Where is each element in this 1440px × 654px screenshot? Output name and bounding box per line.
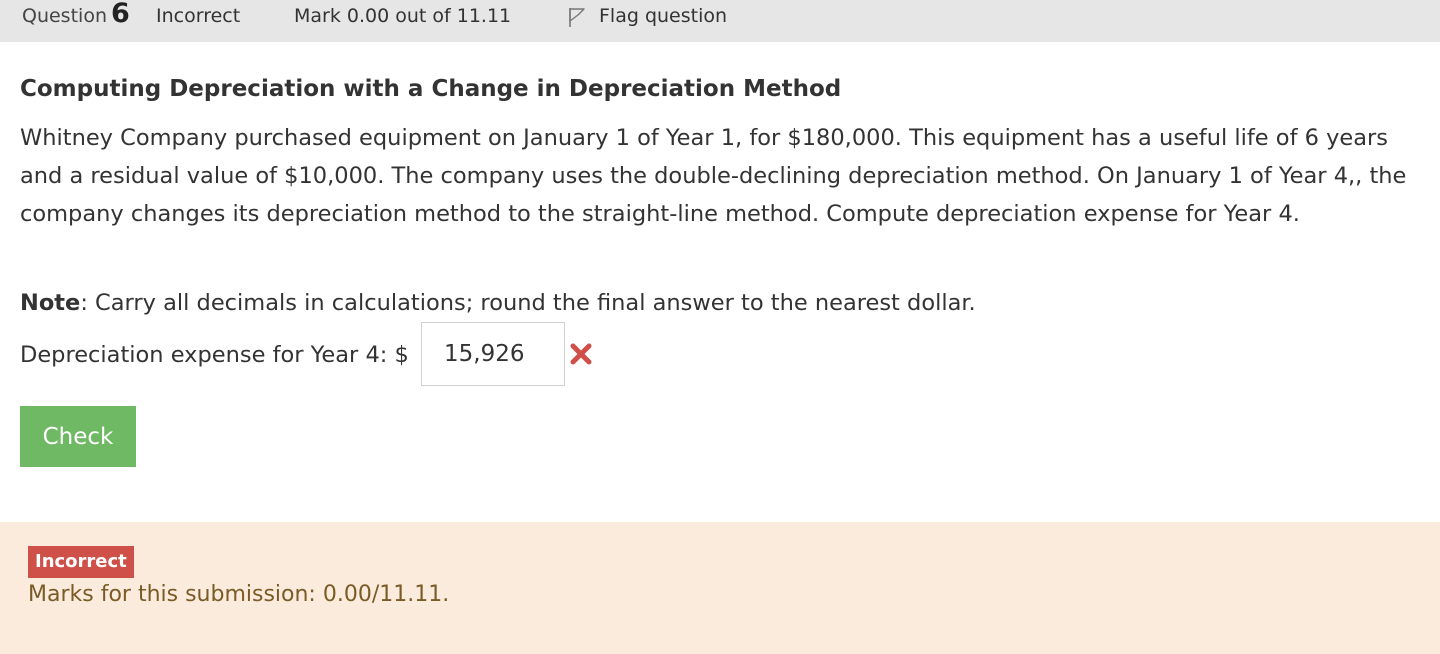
- answer-label: Depreciation expense for Year 4: $: [20, 342, 409, 368]
- question-number: 6: [111, 0, 130, 29]
- incorrect-x-icon: [569, 342, 593, 366]
- question-title: Computing Depreciation with a Change in …: [20, 76, 842, 102]
- question-text: Whitney Company purchased equipment on J…: [20, 125, 1407, 227]
- incorrect-badge: Incorrect: [28, 546, 134, 578]
- answer-input[interactable]: [421, 322, 565, 386]
- question-note: Note: Carry all decimals in calculations…: [20, 284, 976, 322]
- question-grade: Mark 0.00 out of 11.11: [294, 5, 512, 27]
- flag-icon[interactable]: [566, 6, 588, 28]
- question-state: Incorrect: [156, 5, 241, 27]
- check-button[interactable]: Check: [20, 406, 136, 467]
- note-text: : Carry all decimals in calculations; ro…: [80, 290, 976, 316]
- note-label: Note: [20, 290, 81, 316]
- question-info-bar: Question 6 Incorrect Mark 0.00 out of 11…: [0, 0, 1440, 42]
- question-label: Question: [22, 5, 107, 27]
- feedback-panel: Incorrect Marks for this submission: 0.0…: [0, 522, 1440, 654]
- flag-question-link[interactable]: Flag question: [599, 0, 727, 32]
- marks-text: Marks for this submission: 0.00/11.11.: [28, 582, 450, 607]
